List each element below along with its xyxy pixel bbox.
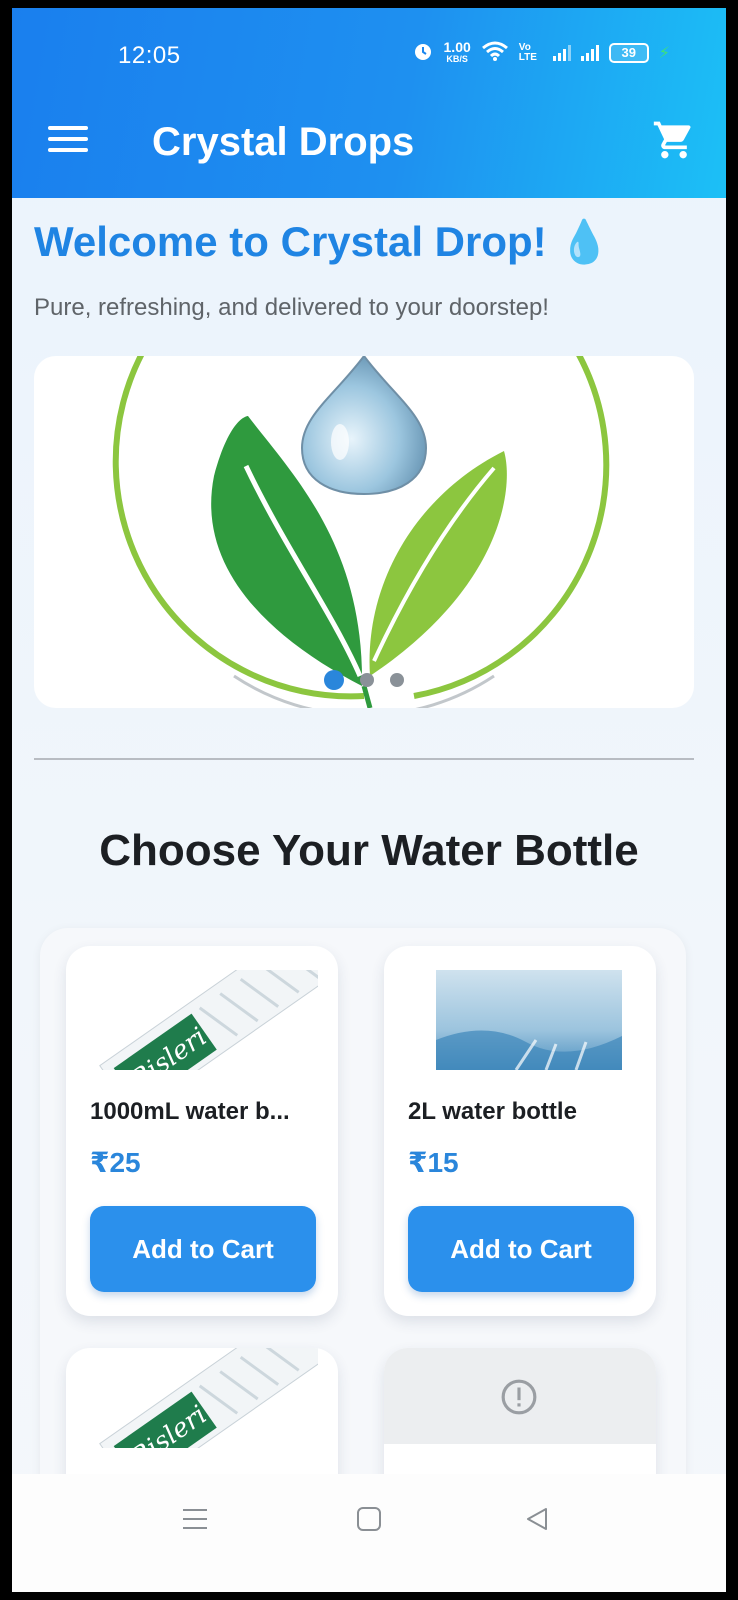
product-image-bisleri: Bisleri <box>88 1348 318 1448</box>
crystal-drops-logo <box>112 356 610 708</box>
square-icon <box>357 1507 381 1531</box>
menu-lines-icon <box>183 1509 207 1529</box>
carousel-indicator <box>34 670 694 690</box>
hamburger-icon-line <box>48 148 88 152</box>
add-to-cart-button[interactable]: Add to Cart <box>90 1206 316 1292</box>
product-image-bisleri: Bisleri <box>88 970 318 1070</box>
carousel-dot[interactable] <box>390 673 404 687</box>
signal-icon-1 <box>552 44 571 61</box>
product-name: 1000mL water b... <box>90 1098 290 1125</box>
screen: 12:05 1.00 KB/S Vo LTE 39 ⚡ Crystal Drop… <box>12 8 726 1592</box>
system-nav-bar <box>12 1474 726 1592</box>
net-speed-unit: KB/S <box>446 53 468 64</box>
home-button[interactable] <box>356 1506 382 1537</box>
product-price: ₹25 <box>90 1147 141 1178</box>
add-to-cart-button[interactable]: Add to Cart <box>408 1206 634 1292</box>
battery-icon: 39 <box>608 42 649 63</box>
recent-apps-button[interactable] <box>182 1506 208 1537</box>
cart-icon <box>653 121 691 159</box>
divider <box>34 758 694 760</box>
carousel-dot[interactable] <box>360 673 374 687</box>
carousel-dot[interactable] <box>324 670 344 690</box>
error-icon <box>501 1379 537 1415</box>
banner-carousel[interactable] <box>34 356 694 708</box>
product-card[interactable]: Bisleri 1000mL water b... ₹25 Add to Car… <box>66 946 338 1316</box>
alarm-icon <box>412 40 434 65</box>
volte-badge: Vo LTE <box>518 41 537 63</box>
hamburger-icon-line <box>48 126 88 130</box>
section-title: Choose Your Water Bottle <box>99 826 639 875</box>
battery-level: 39 <box>621 45 636 60</box>
product-name: 2L water bottle <box>408 1098 577 1125</box>
back-button[interactable] <box>524 1506 550 1537</box>
product-price: ₹15 <box>408 1147 459 1178</box>
product-image-bottle <box>406 970 636 1070</box>
signal-icon-2 <box>580 44 599 61</box>
net-speed-value: 1.00 <box>443 38 471 55</box>
net-speed: 1.00 KB/S <box>443 38 471 65</box>
welcome-subtitle: Pure, refreshing, and delivered to your … <box>34 294 549 321</box>
status-time: 12:05 <box>118 42 181 69</box>
charging-icon: ⚡ <box>658 44 670 62</box>
status-icons: 1.00 KB/S Vo LTE 39 ⚡ <box>412 40 670 65</box>
app-bar: 12:05 1.00 KB/S Vo LTE 39 ⚡ Crystal Drop… <box>12 8 726 198</box>
product-card[interactable]: 2L water bottle ₹15 Add to Cart <box>384 946 656 1316</box>
welcome-heading: Welcome to Crystal Drop! 💧 <box>34 218 611 265</box>
wifi-icon <box>481 40 509 65</box>
menu-button[interactable] <box>48 126 88 156</box>
hamburger-icon-line <box>48 137 88 141</box>
triangle-back-icon <box>527 1508 547 1530</box>
cart-button[interactable] <box>652 118 696 162</box>
app-title: Crystal Drops <box>152 120 415 164</box>
